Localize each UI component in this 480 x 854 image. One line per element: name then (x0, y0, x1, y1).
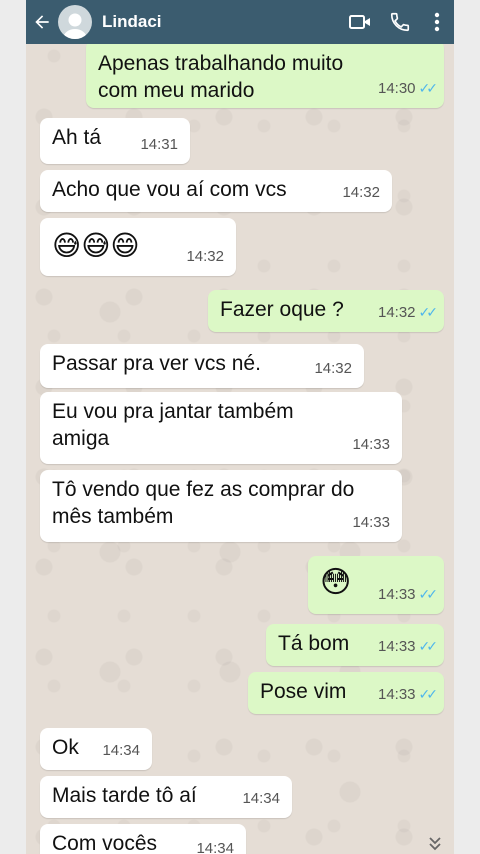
message-text: Ah tá (52, 126, 102, 149)
message-text: Tá bom (278, 632, 350, 655)
phone-call-icon[interactable] (380, 0, 420, 44)
right-margin (454, 0, 480, 854)
read-ticks-icon: ✓✓ (418, 586, 439, 602)
message-time: 14:33 (377, 638, 416, 655)
message-bubble[interactable]: Acho que vou aí com vcs 14:32 (40, 170, 392, 212)
message-time: 14:32 (377, 304, 416, 321)
message-bubble[interactable]: Tô vendo que fez as comprar do mês també… (40, 470, 402, 542)
message-time: 14:33 (352, 514, 390, 531)
read-ticks-icon: ✓✓ (418, 686, 439, 702)
message-time: 14:32 (186, 248, 224, 265)
message-bubble[interactable]: Tá bom 14:33 ✓✓ (266, 624, 444, 666)
message-bubble[interactable]: Fazer oque ? 14:32 ✓✓ (208, 290, 444, 332)
message-text: Com vocês (52, 832, 158, 854)
chat-header: Lindaci (26, 0, 454, 44)
message-time: 14:34 (242, 790, 280, 807)
default-avatar-icon (62, 13, 88, 39)
message-text: Ok (52, 736, 79, 759)
message-text: Passar pra ver vcs né. (52, 352, 261, 375)
message-bubble[interactable]: Mais tarde tô aí 14:34 (40, 776, 292, 818)
message-text: Acho que vou aí com vcs (52, 178, 287, 201)
message-bubble[interactable]: Com vocês 14:34 (40, 824, 246, 854)
message-time: 14:31 (140, 136, 178, 153)
message-time: 14:33 (352, 436, 390, 453)
read-ticks-icon: ✓✓ (418, 304, 439, 320)
message-bubble[interactable]: Ah tá 14:31 (40, 118, 190, 164)
message-text: Mais tarde tô aí (52, 784, 197, 807)
video-call-icon[interactable] (340, 0, 380, 44)
contact-name[interactable]: Lindaci (102, 12, 340, 32)
left-margin (0, 0, 26, 854)
message-emoji: 😅😅😄 (52, 230, 140, 261)
message-time: 14:33 (377, 586, 416, 603)
message-bubble[interactable]: Pose vim 14:33 ✓✓ (248, 672, 444, 714)
message-text: Eu vou pra jantar também amiga (52, 400, 294, 450)
more-options-icon[interactable] (420, 0, 454, 44)
message-time: 14:34 (196, 840, 234, 854)
message-bubble[interactable]: Passar pra ver vcs né. 14:32 (40, 344, 364, 388)
scroll-down-chevron-icon[interactable] (420, 832, 450, 854)
message-bubble[interactable]: Ok 14:34 (40, 728, 152, 770)
message-bubble[interactable]: 😅😅😄 14:32 (40, 218, 236, 276)
message-bubble[interactable]: Eu vou pra jantar também amiga 14:33 (40, 392, 402, 464)
message-text: Tô vendo que fez as comprar do mês també… (52, 478, 355, 528)
message-time: 14:34 (102, 742, 140, 759)
message-text: Pose vim (260, 680, 347, 703)
message-time: 14:32 (314, 360, 352, 377)
message-bubble[interactable]: Apenas trabalhando muito com meu marido … (86, 40, 444, 108)
read-ticks-icon: ✓✓ (418, 638, 439, 654)
message-text: Apenas trabalhando muito com meu marido (98, 52, 344, 102)
read-ticks-icon: ✓✓ (418, 80, 439, 96)
message-list[interactable]: Apenas trabalhando muito com meu marido … (26, 0, 454, 854)
avatar[interactable] (58, 5, 92, 39)
chat-screen: Apenas trabalhando muito com meu marido … (26, 0, 454, 854)
message-emoji: 😳 (320, 566, 352, 599)
message-bubble[interactable]: 😳 14:33 ✓✓ (308, 556, 444, 614)
message-time: 14:32 (342, 184, 380, 201)
message-text: Fazer oque ? (220, 298, 344, 321)
message-time: 14:33 (377, 686, 416, 703)
message-time: 14:30 (377, 80, 416, 97)
back-arrow-icon[interactable] (28, 0, 56, 44)
